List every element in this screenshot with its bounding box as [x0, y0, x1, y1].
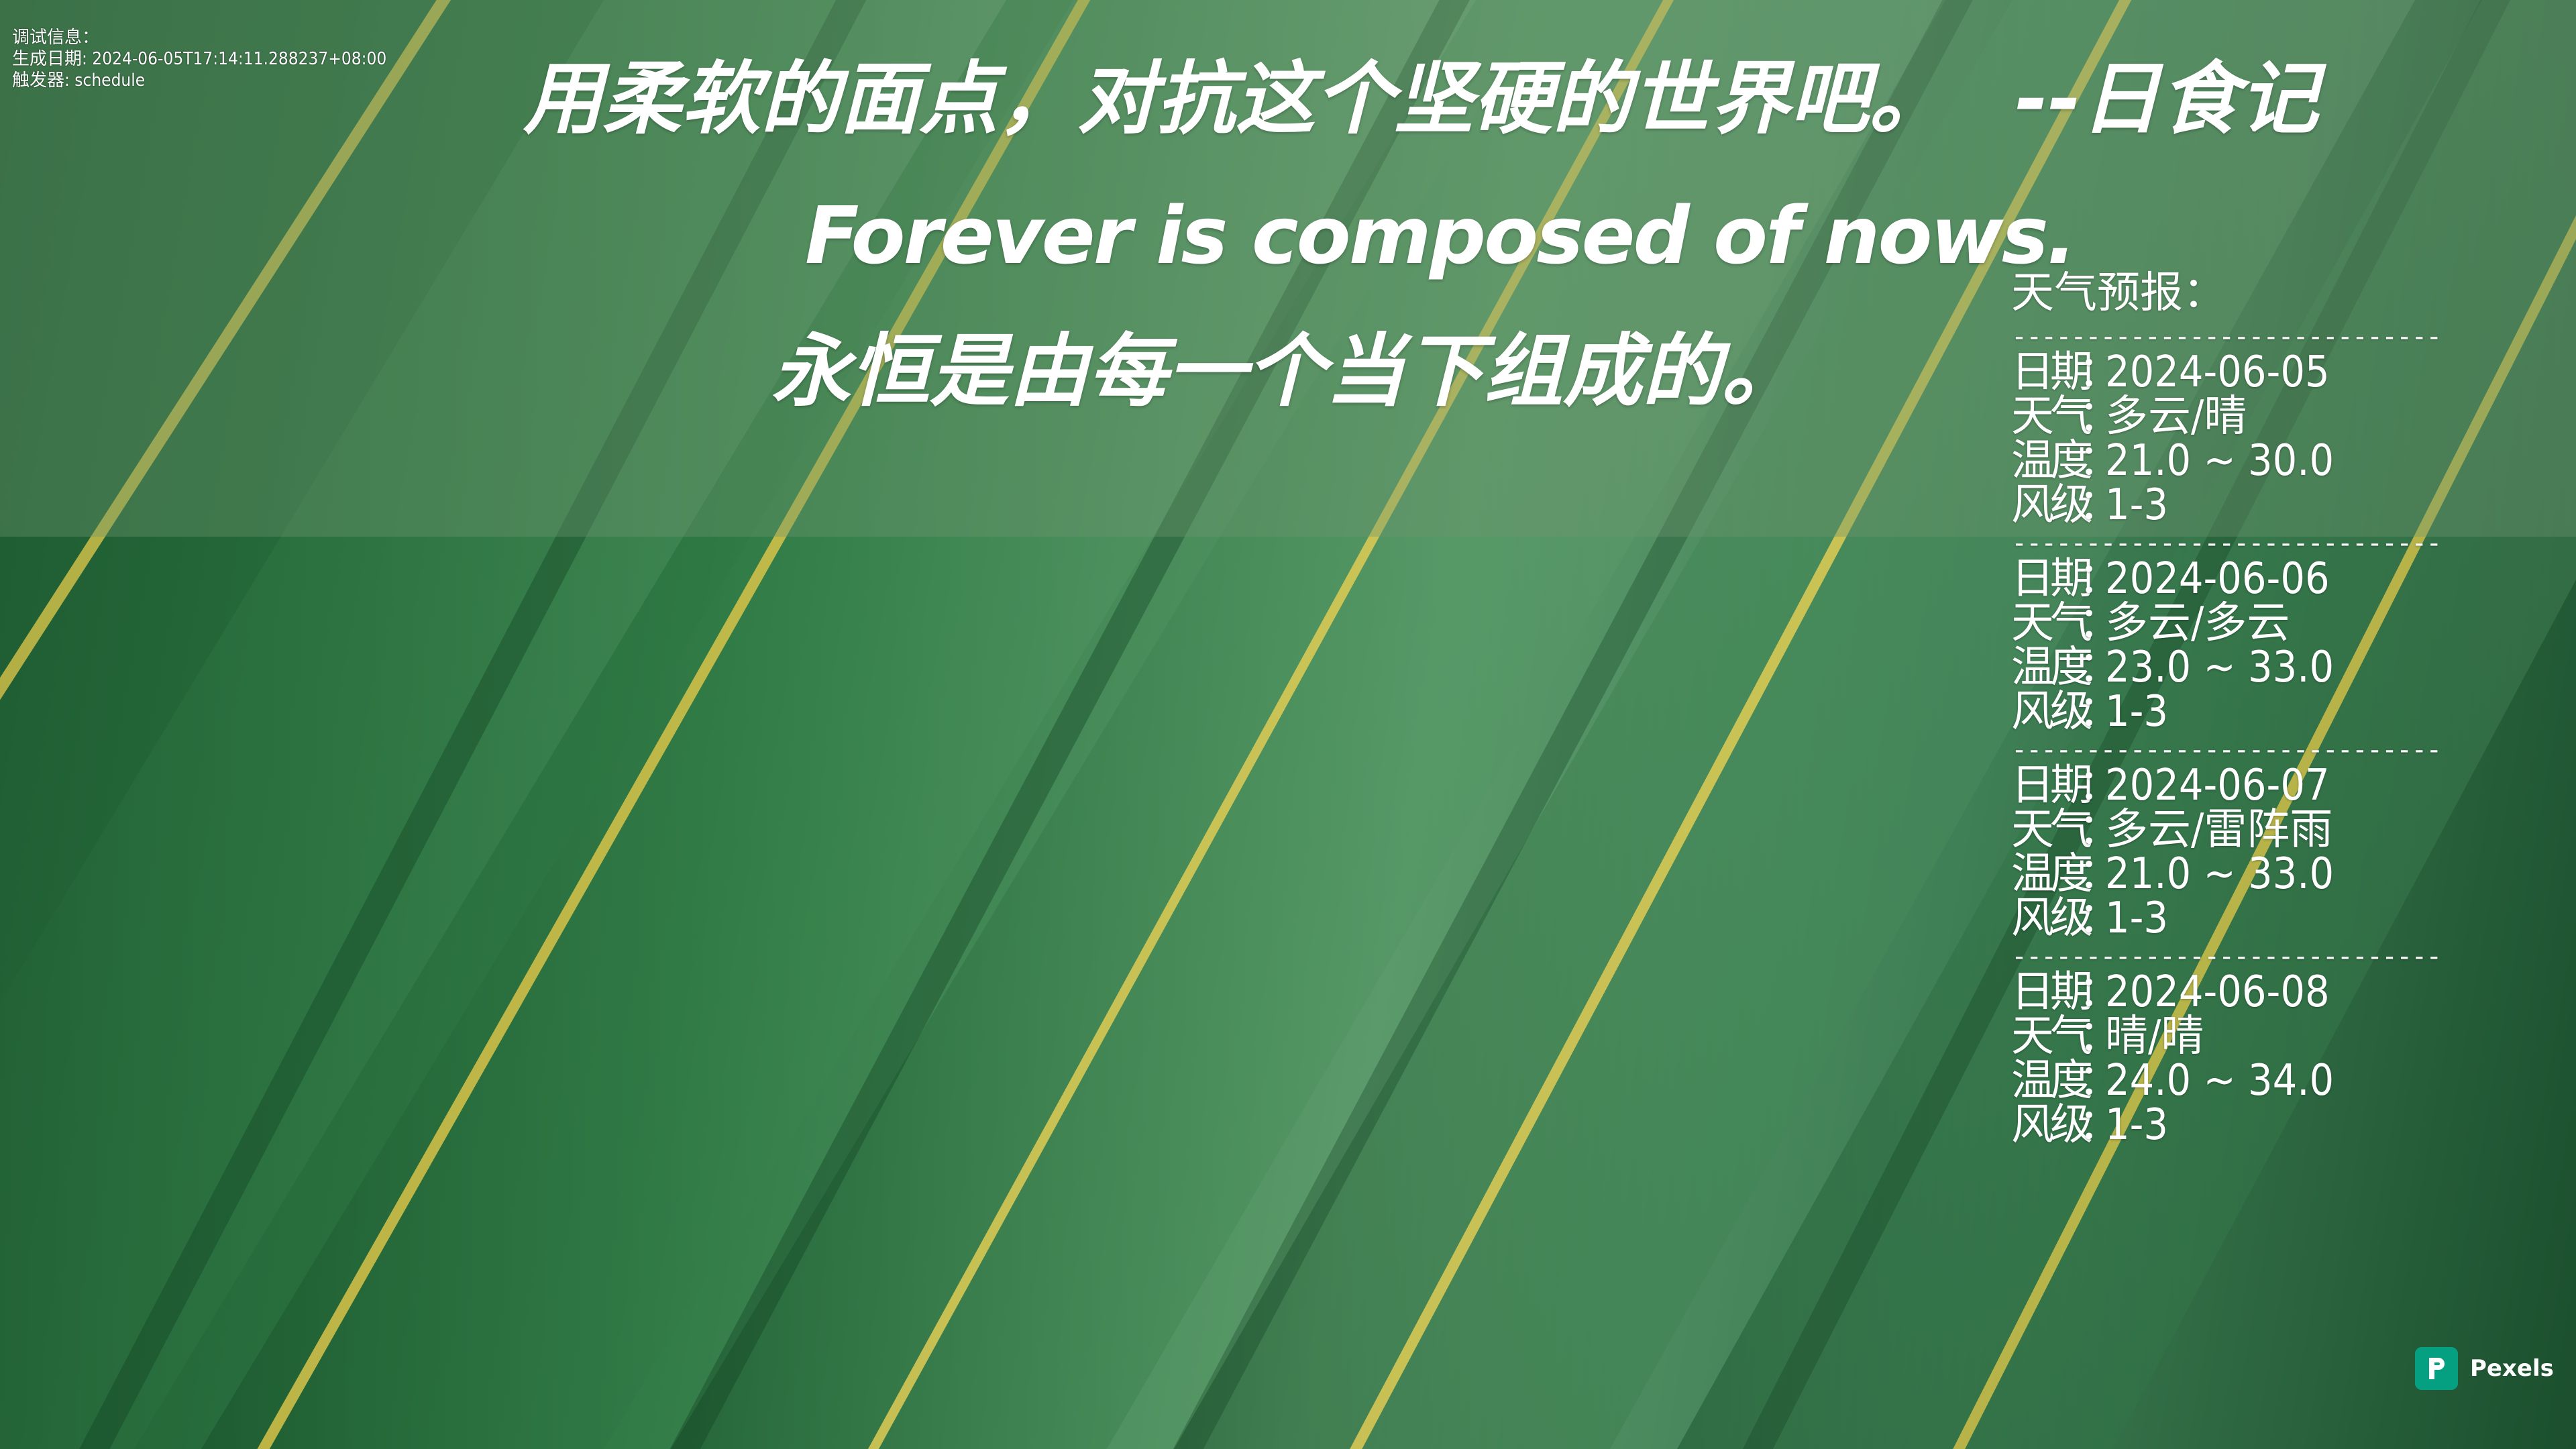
separator: ----------------------------- — [2011, 530, 2440, 557]
date-value: 2024-06-07 — [2105, 761, 2330, 810]
colon: ： — [2078, 347, 2121, 397]
colon: ： — [2078, 849, 2121, 899]
quote-english-translation: 永恒是由每一个当下组成的。 — [771, 325, 1801, 417]
colon: ： — [2078, 1100, 2121, 1150]
temperature-value: 24.0 ~ 34.0 — [2105, 1056, 2334, 1106]
temperature-value: 21.0 ~ 33.0 — [2105, 849, 2334, 899]
colon: ： — [2078, 643, 2121, 692]
forecast-wind-row: 风级：1-3 — [2011, 690, 2440, 734]
date-value: 2024-06-08 — [2105, 967, 2330, 1017]
weather-label: 天气 — [2011, 1012, 2093, 1061]
weather-forecast: 天气预报： ----------------------------- 日期：2… — [2011, 263, 2440, 1150]
forecast-temperature-row: 温度：21.0 ~ 30.0 — [2011, 439, 2440, 483]
colon: ： — [2078, 1056, 2121, 1106]
pexels-label: Pexels — [2470, 1355, 2554, 1382]
forecast-weather-row: 天气：多云/晴 — [2011, 394, 2440, 439]
colon: ： — [2078, 761, 2121, 810]
wind-value: 1-3 — [2105, 1100, 2169, 1150]
quote-chinese-text: 用柔软的面点，对抗这个坚硬的世界吧。 — [523, 52, 1949, 145]
wind-label: 风级 — [2011, 687, 2093, 737]
weather-value: 多云/雷阵雨 — [2105, 805, 2333, 855]
forecast-day: 日期：2024-06-06 天气：多云/多云 温度：23.0 ~ 33.0 风级… — [2011, 557, 2440, 734]
colon: ： — [2078, 480, 2121, 530]
forecast-weather-row: 天气：多云/多云 — [2011, 601, 2440, 645]
forecast-weather-row: 天气：多云/雷阵雨 — [2011, 808, 2440, 852]
date-label: 日期 — [2011, 347, 2093, 397]
forecast-weather-row: 天气：晴/晴 — [2011, 1014, 2440, 1059]
forecast-day: 日期：2024-06-08 天气：晴/晴 温度：24.0 ~ 34.0 风级：1… — [2011, 970, 2440, 1147]
colon: ： — [2078, 967, 2121, 1017]
wind-label: 风级 — [2011, 480, 2093, 530]
pexels-badge[interactable]: Pexels — [2415, 1347, 2554, 1390]
colon: ： — [2078, 554, 2121, 604]
temperature-label: 温度 — [2011, 849, 2093, 899]
weather-label: 天气 — [2011, 598, 2093, 648]
forecast-wind-row: 风级：1-3 — [2011, 1103, 2440, 1147]
colon: ： — [2078, 436, 2121, 486]
forecast-wind-row: 风级：1-3 — [2011, 483, 2440, 527]
forecast-date-row: 日期：2024-06-05 — [2011, 350, 2440, 394]
quote-author: --日食记 — [2015, 52, 2318, 145]
quote-chinese-line: 用柔软的面点，对抗这个坚硬的世界吧。 --日食记 — [523, 48, 2318, 149]
date-value: 2024-06-06 — [2105, 554, 2330, 604]
weather-value: 晴/晴 — [2105, 1012, 2204, 1061]
weather-label: 天气 — [2011, 805, 2093, 855]
wind-label: 风级 — [2011, 894, 2093, 943]
colon: ： — [2078, 805, 2121, 855]
forecast-day: 日期：2024-06-05 天气：多云/晴 温度：21.0 ~ 30.0 风级：… — [2011, 350, 2440, 527]
colon: ： — [2078, 687, 2121, 737]
temperature-label: 温度 — [2011, 436, 2093, 486]
wind-value: 1-3 — [2105, 480, 2169, 530]
forecast-date-row: 日期：2024-06-08 — [2011, 970, 2440, 1014]
wind-value: 1-3 — [2105, 894, 2169, 943]
colon: ： — [2078, 1012, 2121, 1061]
debug-title: 调试信息： — [12, 28, 100, 48]
temperature-label: 温度 — [2011, 643, 2093, 692]
colon: ： — [2078, 598, 2121, 648]
forecast-day: 日期：2024-06-07 天气：多云/雷阵雨 温度：21.0 ~ 33.0 风… — [2011, 763, 2440, 941]
temperature-value: 23.0 ~ 33.0 — [2105, 643, 2334, 692]
weather-title: 天气预报： — [2011, 268, 2226, 318]
separator: ----------------------------- — [2011, 737, 2440, 763]
temperature-value: 21.0 ~ 30.0 — [2105, 436, 2334, 486]
pexels-p-glyph — [2429, 1358, 2445, 1379]
pexels-logo-icon — [2415, 1347, 2458, 1390]
date-label: 日期 — [2011, 761, 2093, 810]
date-label: 日期 — [2011, 554, 2093, 604]
weather-value: 多云/晴 — [2105, 392, 2247, 441]
debug-info: 调试信息： 生成日期: 2024-06-05T17:14:11.288237+0… — [12, 27, 386, 91]
wind-value: 1-3 — [2105, 687, 2169, 737]
debug-generated-date: 生成日期: 2024-06-05T17:14:11.288237+08:00 — [12, 49, 387, 69]
wind-label: 风级 — [2011, 1100, 2093, 1150]
separator: ----------------------------- — [2011, 323, 2440, 350]
forecast-date-row: 日期：2024-06-07 — [2011, 763, 2440, 808]
debug-trigger: 触发器: schedule — [12, 70, 146, 91]
forecast-wind-row: 风级：1-3 — [2011, 896, 2440, 941]
colon: ： — [2078, 392, 2121, 441]
date-value: 2024-06-05 — [2105, 347, 2330, 397]
forecast-temperature-row: 温度：23.0 ~ 33.0 — [2011, 645, 2440, 690]
weather-value: 多云/多云 — [2105, 598, 2290, 648]
forecast-date-row: 日期：2024-06-06 — [2011, 557, 2440, 601]
separator: ----------------------------- — [2011, 943, 2440, 970]
forecast-temperature-row: 温度：24.0 ~ 34.0 — [2011, 1059, 2440, 1103]
forecast-temperature-row: 温度：21.0 ~ 33.0 — [2011, 852, 2440, 896]
temperature-label: 温度 — [2011, 1056, 2093, 1106]
quote-english: Forever is composed of nows. — [805, 189, 2077, 282]
colon: ： — [2078, 894, 2121, 943]
date-label: 日期 — [2011, 967, 2093, 1017]
weather-label: 天气 — [2011, 392, 2093, 441]
